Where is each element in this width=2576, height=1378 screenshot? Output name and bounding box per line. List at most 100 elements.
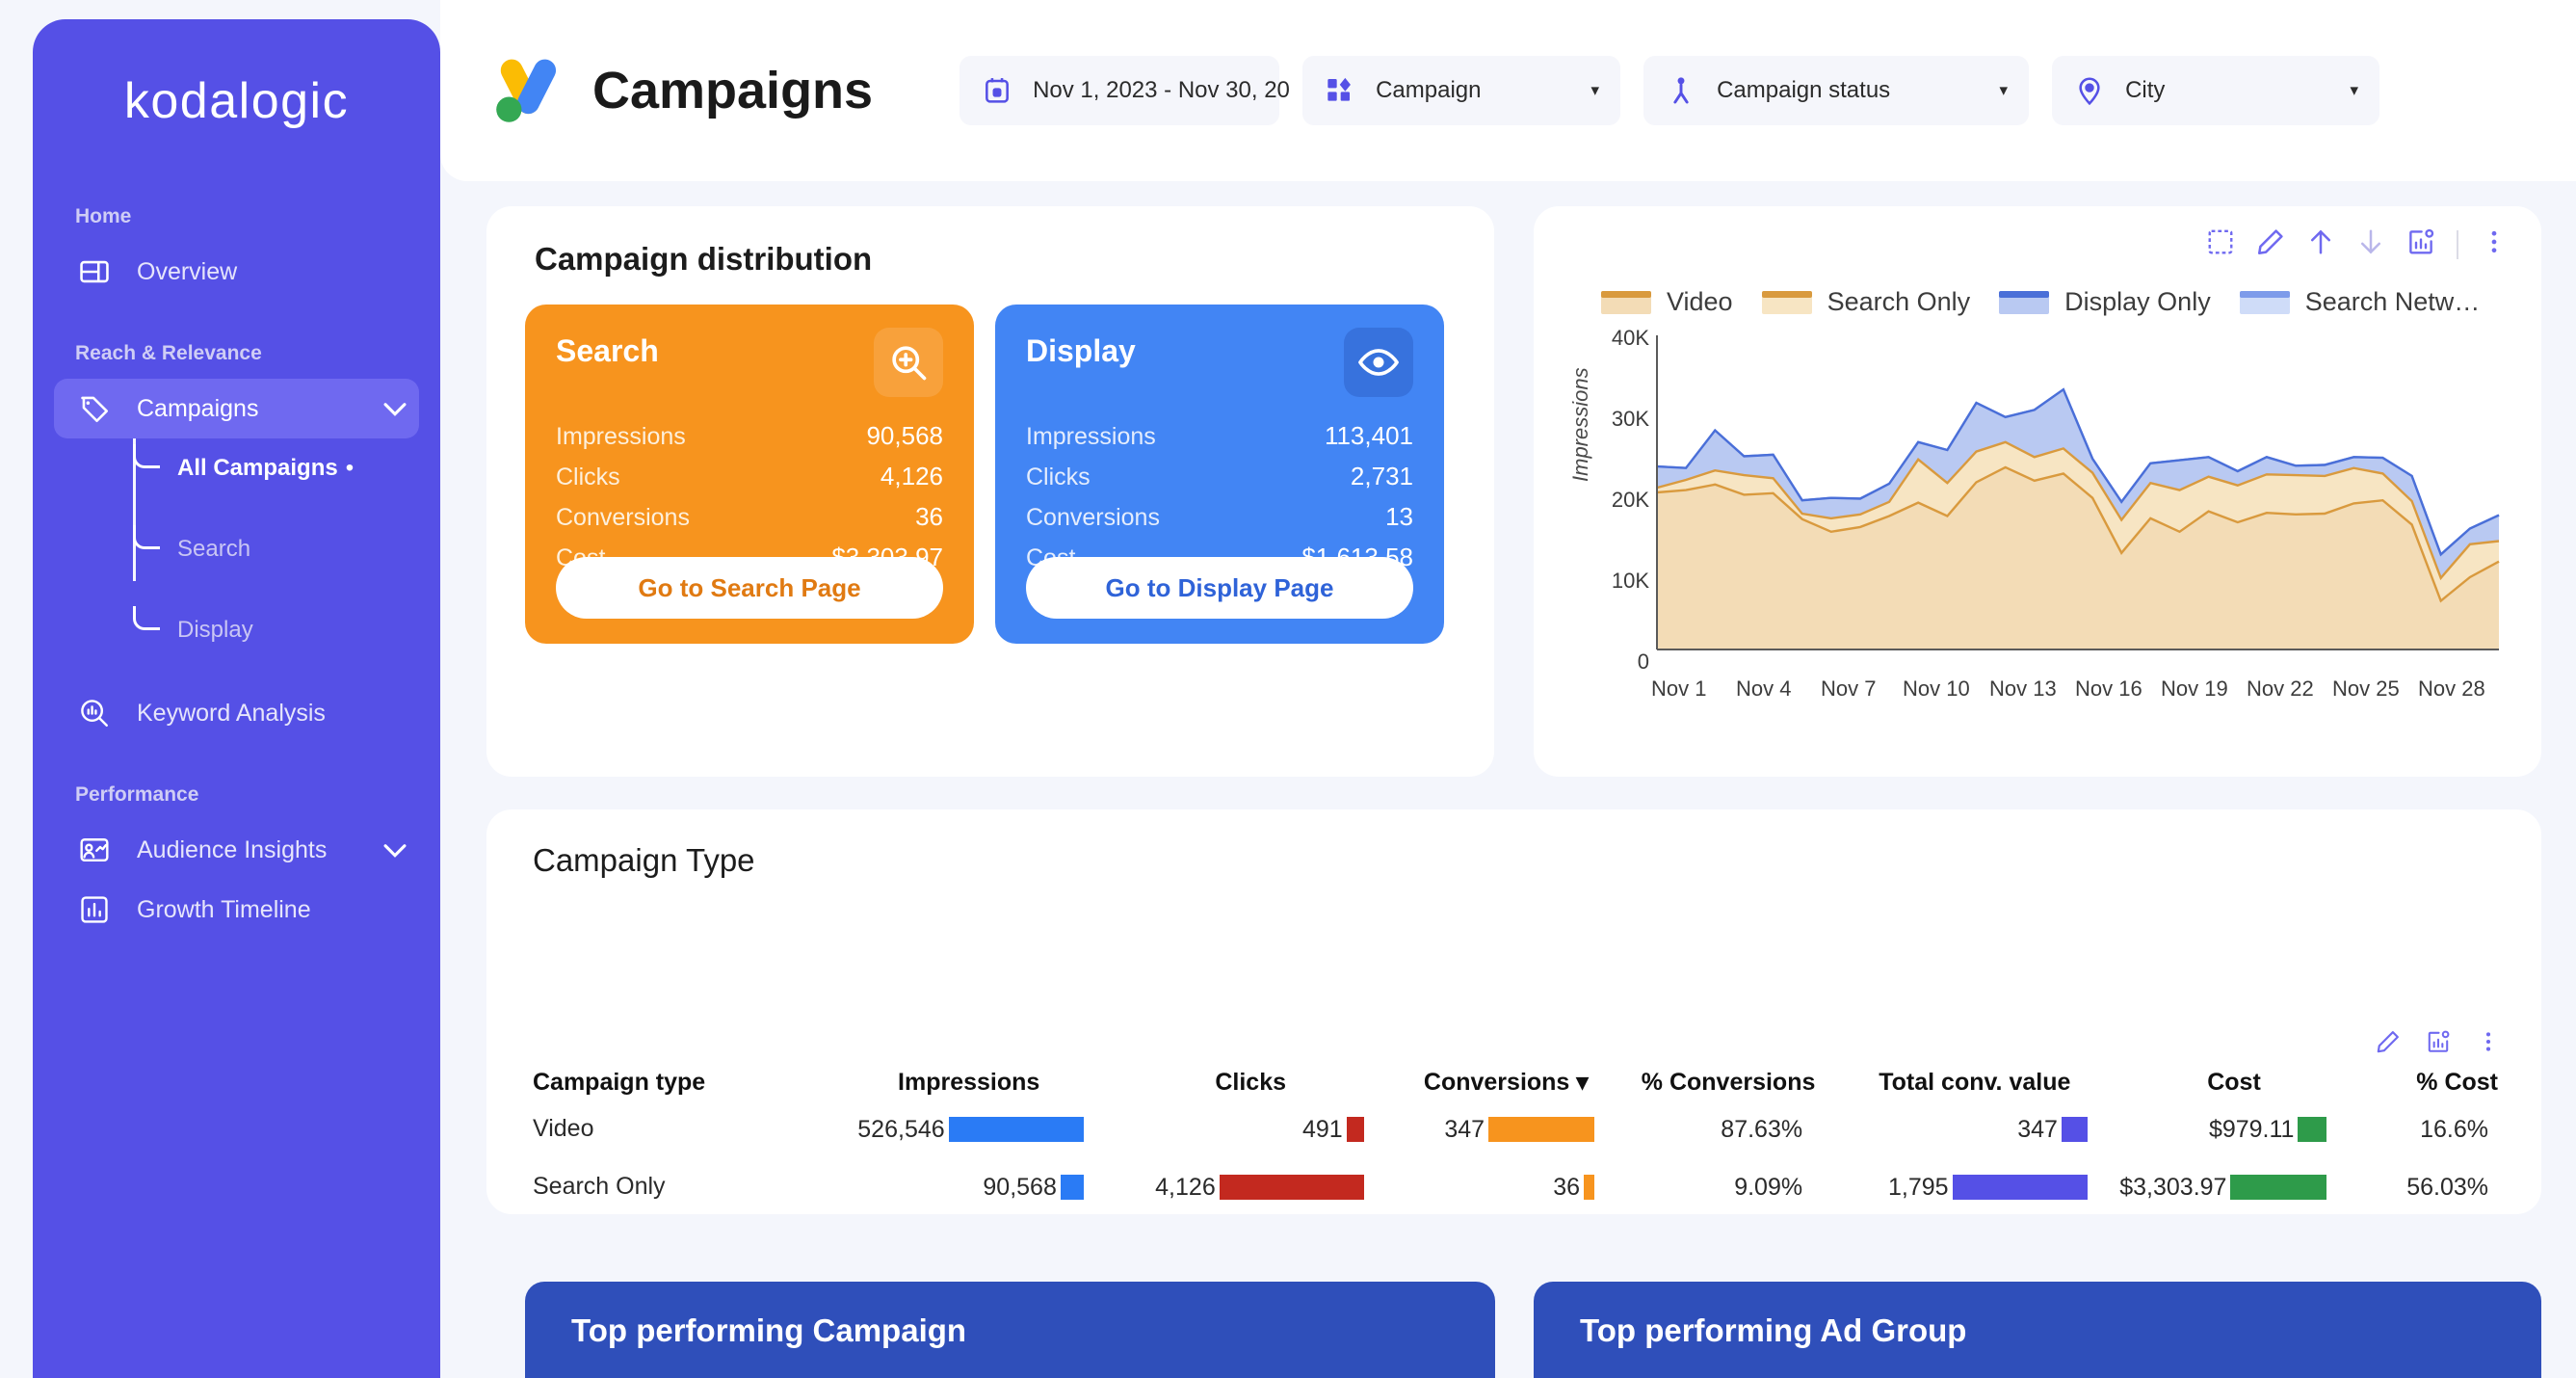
x-tick-nov-22: Nov 22 <box>2247 676 2314 701</box>
chart-settings-icon[interactable] <box>2426 1029 2451 1059</box>
eye-icon <box>1344 328 1413 397</box>
legend-swatch <box>2239 290 2290 314</box>
y-tick-30k: 30K <box>1611 407 1649 431</box>
more-vertical-icon[interactable] <box>2476 1029 2501 1059</box>
table-row[interactable]: Search Only 90,568 4,126 36 9.09% 1,795 $3,303… <box>533 1158 2498 1214</box>
cell-bar <box>2298 1117 2327 1142</box>
chevron-down-icon[interactable]: ▾ <box>2000 81 2009 100</box>
sidebar-subitem-search[interactable]: Search <box>33 525 440 573</box>
top-performing-campaign-card: Top performing Campaign <box>525 1282 1495 1378</box>
metric-value: 13 <box>1385 502 1413 531</box>
filter-campaign[interactable]: Campaign ▾ <box>1302 56 1621 125</box>
cell-conversions: 347 <box>1391 1100 1621 1158</box>
go-to-search-page-button[interactable]: Go to Search Page <box>556 557 943 619</box>
sidebar-item-overview[interactable]: Overview <box>54 242 419 302</box>
search-tile-title: Search <box>556 333 659 368</box>
col-pct-cost[interactable]: % Cost <box>2353 1068 2498 1100</box>
cell-bar <box>948 1117 1084 1142</box>
cell-value: 347 <box>1444 1115 1485 1143</box>
sidebar-item-growth-timeline[interactable]: Growth Timeline <box>54 880 419 940</box>
filter-campaign-status-value: Campaign status <box>1717 77 1891 103</box>
cell-impressions: 90,568 <box>828 1158 1111 1214</box>
sidebar-item-keyword-analysis[interactable]: Keyword Analysis <box>54 683 419 743</box>
legend-label: Display Only <box>2064 287 2211 316</box>
col-cost[interactable]: Cost <box>2115 1068 2354 1100</box>
cell-bar <box>2061 1117 2088 1142</box>
filter-campaign-status[interactable]: Campaign status ▾ <box>1643 56 2030 125</box>
top-performing-ad-group-title: Top performing Ad Group <box>1580 1312 1967 1348</box>
col-impressions[interactable]: Impressions <box>828 1068 1111 1100</box>
bar-chart-icon <box>75 890 114 929</box>
google-ads-logo-icon <box>488 51 567 130</box>
chevron-down-icon[interactable] <box>379 392 411 425</box>
sort-desc-icon[interactable]: ▾ <box>1576 1069 1589 1096</box>
x-tick-nov-16: Nov 16 <box>2075 676 2142 701</box>
table-toolbar <box>2376 1029 2501 1059</box>
sidebar-subitem-display[interactable]: Display <box>33 606 440 654</box>
col-total-conv-value[interactable]: Total conv. value <box>1835 1068 2114 1100</box>
filter-city[interactable]: City ▾ <box>2052 56 2380 125</box>
more-vertical-icon[interactable] <box>2480 227 2509 261</box>
arrow-up-icon[interactable] <box>2306 227 2335 261</box>
metric-value: 4,126 <box>880 462 943 490</box>
nav-section-home: Home <box>75 205 132 227</box>
filter-campaign-value: Campaign <box>1376 77 1482 103</box>
metric-row: Conversions 36 <box>556 502 943 532</box>
y-tick-0: 0 <box>1637 649 1649 674</box>
table-row[interactable]: Video 526,546 491 347 87.63% 347 $979.11 16.6% <box>533 1100 2498 1158</box>
search-tile-metrics: Impressions 90,568 Clicks 4,126 Conversion… <box>525 397 974 572</box>
subnav-spacer <box>33 492 440 525</box>
cell-bar <box>1488 1117 1595 1142</box>
cell-value: 347 <box>2017 1115 2058 1143</box>
sidebar-item-keyword-analysis-label: Keyword Analysis <box>137 699 326 727</box>
cell-impressions: 526,546 <box>828 1100 1111 1158</box>
cell-bar <box>1060 1175 1084 1200</box>
select-box-icon[interactable] <box>2206 227 2235 261</box>
go-to-display-page-button[interactable]: Go to Display Page <box>1026 557 1413 619</box>
metric-value: 90,568 <box>866 421 943 450</box>
metric-row: Impressions 113,401 <box>1026 421 1413 451</box>
metric-label: Impressions <box>1026 423 1156 450</box>
filter-date-range[interactable]: Nov 1, 2023 - Nov 30, 20 ▾ <box>959 56 1327 125</box>
cell-cost: $3,303.97 <box>2115 1158 2354 1214</box>
pencil-icon[interactable] <box>2256 227 2285 261</box>
cell-value: 526,546 <box>857 1115 945 1143</box>
nav-section-performance: Performance <box>75 783 199 806</box>
chart-toolbar <box>2206 227 2509 261</box>
legend-swatch <box>1601 290 1651 314</box>
x-tick-nov-10: Nov 10 <box>1903 676 1970 701</box>
y-tick-40k: 40K <box>1611 326 1649 350</box>
campaign-icon <box>1324 74 1356 107</box>
tree-elbow <box>133 444 160 468</box>
arrow-down-icon[interactable] <box>2356 227 2385 261</box>
table-body: Video 526,546 491 347 87.63% 347 $979.11 16.6% S… <box>533 1100 2498 1214</box>
nav-section-reach-relevance: Reach & Relevance <box>75 342 262 364</box>
chevron-down-icon[interactable]: ▾ <box>1591 81 1600 100</box>
sidebar-subitem-all-campaigns[interactable]: All Campaigns • <box>33 444 440 492</box>
legend-item-search-only[interactable]: Search Only <box>1761 287 1970 317</box>
col-conversions[interactable]: Conversions ▾ <box>1391 1068 1621 1100</box>
tag-icon <box>75 389 114 428</box>
legend-swatch <box>1761 290 1812 314</box>
cell-bar <box>2230 1175 2327 1200</box>
pencil-icon[interactable] <box>2376 1029 2401 1059</box>
legend-item-search-network[interactable]: Search Netw… <box>2239 287 2480 317</box>
legend-item-video[interactable]: Video <box>1601 287 1733 317</box>
cell-bar <box>1584 1175 1595 1200</box>
cell-campaign-type: Search Only <box>533 1173 666 1201</box>
col-pct-conversions[interactable]: % Conversions <box>1621 1068 1835 1100</box>
sidebar-item-audience-insights[interactable]: Audience Insights <box>54 820 419 880</box>
table-header-row: Campaign type Impressions Clicks Convers… <box>533 1068 2498 1100</box>
col-conversions-label: Conversions <box>1423 1069 1570 1096</box>
legend-item-display-only[interactable]: Display Only <box>1999 287 2211 317</box>
chevron-down-icon[interactable]: ▾ <box>2351 81 2359 100</box>
display-tile[interactable]: Display Impressions 113,401 Clicks 2,731 C… <box>995 305 1444 644</box>
sidebar-item-overview-label: Overview <box>137 257 238 285</box>
search-tile[interactable]: Search Impressions 90,568 Clicks 4,126 Con… <box>525 305 974 644</box>
chevron-down-icon[interactable] <box>379 834 411 866</box>
chart-settings-icon[interactable] <box>2406 227 2435 261</box>
sidebar-item-campaigns[interactable]: Campaigns <box>54 379 419 438</box>
col-clicks[interactable]: Clicks <box>1111 1068 1391 1100</box>
col-campaign-type[interactable]: Campaign type <box>533 1068 828 1100</box>
x-tick-nov-4: Nov 4 <box>1736 676 1792 701</box>
